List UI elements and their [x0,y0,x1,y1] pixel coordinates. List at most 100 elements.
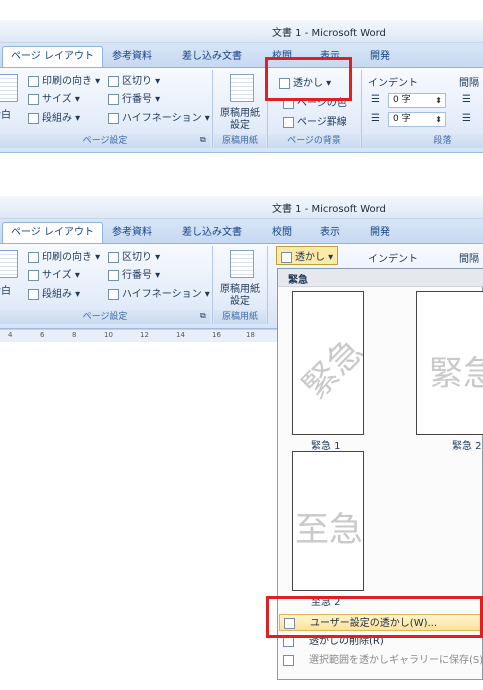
ruler-tick: 16 [212,331,221,339]
tab-label: 表示 [320,227,340,238]
tab-label: 開発 [370,227,390,238]
indent-left-value: 0 字 [393,95,411,105]
spacing-after-icon: ☰ [462,113,471,124]
group-label-page-setup: ページ設定 [0,134,210,148]
spinner-arrows-icon[interactable]: ⬍ [435,113,442,126]
size-icon [28,269,39,281]
size-label: サイズ [42,270,72,281]
tab-view[interactable]: 表示 [320,223,340,243]
group-label-text: ページ設定 [82,312,128,322]
size-button[interactable]: サイズ ▾ [28,90,80,105]
watermark-thumbnail-urgent-2[interactable]: 緊急 [416,291,483,435]
manuscript-paper-icon[interactable] [230,250,254,278]
ruler-tick: 10 [104,331,113,339]
spacing-label: 間隔 [459,254,479,265]
margins-icon[interactable] [0,74,18,102]
indent-left-spinner[interactable]: 0 字 ⬍ [388,93,446,108]
manuscript-setup-line2[interactable]: 設定 [230,292,250,307]
gallery-section-title: 緊急 [288,275,308,286]
page-setup-launcher-icon[interactable]: ⧉ [200,135,206,145]
hyphenation-button[interactable]: ハイフネーション ▾ [108,109,210,124]
group-separator [212,246,213,324]
group-label-manuscript: 原稿用紙 [214,310,266,324]
breaks-button[interactable]: 区切り ▾ [108,72,160,87]
gallery-section-header: 緊急 [278,269,483,287]
group-label-text: ページ設定 [82,136,128,146]
hyphenation-label: ハイフネーション [122,289,202,300]
watermark-icon [281,251,292,263]
group-label-paragraph: 段落 [362,134,483,148]
spinner-arrows-icon[interactable]: ⬍ [435,94,442,107]
title-bar: 文書 1 - Microsoft Word [0,20,483,43]
orientation-icon [28,251,39,263]
menu-item-label: 選択範囲を透かしギャラリーに保存(S)... [309,655,483,666]
manuscript-paper-icon[interactable] [230,74,254,102]
tab-developer[interactable]: 開発 [370,223,390,243]
group-label-text: 段落 [433,136,452,146]
page-borders-label: ページ罫線 [297,117,347,128]
columns-button[interactable]: 段組み ▾ [28,109,80,124]
size-icon [28,93,39,105]
tab-page-layout[interactable]: ページ レイアウト [2,46,103,68]
group-separator [267,246,268,324]
page-setup-launcher-icon[interactable]: ⧉ [200,311,206,321]
document-area[interactable] [0,342,277,690]
margins-button[interactable]: 余白 [0,106,11,121]
watermark-thumbnail-immediate-2[interactable]: 至急 [292,451,364,591]
watermark-button-pressed[interactable]: 透かし ▾ [276,246,339,265]
group-label-page-background: ページの背景 [268,134,360,148]
tab-page-layout[interactable]: ページ レイアウト [2,222,103,244]
orientation-label: 印刷の向き [42,76,92,87]
window-title: 文書 1 - Microsoft Word [272,204,386,215]
margins-button[interactable]: 余白 [0,282,11,297]
watermark-text-horizontal: 至急 [295,510,363,550]
window-title: 文書 1 - Microsoft Word [272,28,386,39]
tab-references[interactable]: 参考資料 [112,47,152,67]
manuscript-setup-line2[interactable]: 設定 [230,116,250,131]
size-button[interactable]: サイズ ▾ [28,266,80,281]
tab-label: 参考資料 [112,227,152,238]
orientation-button[interactable]: 印刷の向き ▾ [28,72,100,87]
horizontal-ruler[interactable]: 4 6 8 10 12 14 16 18 [0,329,277,343]
ruler-tick: 6 [40,331,45,339]
tab-label: ページ レイアウト [11,51,94,62]
tab-label: 校閲 [272,227,292,238]
tab-developer[interactable]: 開発 [370,47,390,67]
indent-left-icon: ☰ [371,94,380,105]
ruler-tick: 12 [140,331,149,339]
orientation-label: 印刷の向き [42,252,92,263]
save-to-gallery-icon [283,655,294,666]
line-numbers-button[interactable]: 行番号 ▾ [108,90,160,105]
group-label-text: 原稿用紙 [221,136,258,146]
group-label-page-setup: ページ設定 [0,310,210,324]
columns-button[interactable]: 段組み ▾ [28,285,80,300]
hyphenation-icon [108,288,119,300]
indent-right-spinner[interactable]: 0 字 ⬍ [388,112,446,127]
save-selection-to-gallery-menu-item[interactable]: 選択範囲を透かしギャラリーに保存(S)... [279,652,483,669]
group-separator [212,70,213,148]
breaks-label: 区切り [122,252,152,263]
ribbon-tabs: ページ レイアウト 参考資料 差し込み文書 校閲 表示 開発 [0,43,483,68]
margins-icon[interactable] [0,250,18,278]
tab-references[interactable]: 参考資料 [112,223,152,243]
word-window-top: 文書 1 - Microsoft Word ページ レイアウト 参考資料 差し込… [0,20,483,156]
spacing-before-icon: ☰ [462,94,471,105]
tab-mailings[interactable]: 差し込み文書 [182,223,242,243]
indent-label: インデント [368,254,418,265]
breaks-button[interactable]: 区切り ▾ [108,248,160,263]
tab-review[interactable]: 校閲 [272,223,292,243]
tab-mailings[interactable]: 差し込み文書 [182,47,242,67]
hyphenation-button[interactable]: ハイフネーション ▾ [108,285,210,300]
orientation-button[interactable]: 印刷の向き ▾ [28,248,100,263]
hyphenation-label: ハイフネーション [122,113,202,124]
ruler-tick: 8 [72,331,77,339]
indent-right-value: 0 字 [393,114,411,124]
page-borders-button[interactable]: ページ罫線 [283,113,347,128]
hyphenation-icon [108,112,119,124]
watermark-thumbnail-urgent-1[interactable]: 緊急 [292,291,364,435]
columns-label: 段組み [42,289,72,300]
line-numbers-button[interactable]: 行番号 ▾ [108,266,160,281]
columns-icon [28,288,39,300]
indent-label: インデント [368,78,418,89]
tab-label: ページ レイアウト [11,227,94,238]
